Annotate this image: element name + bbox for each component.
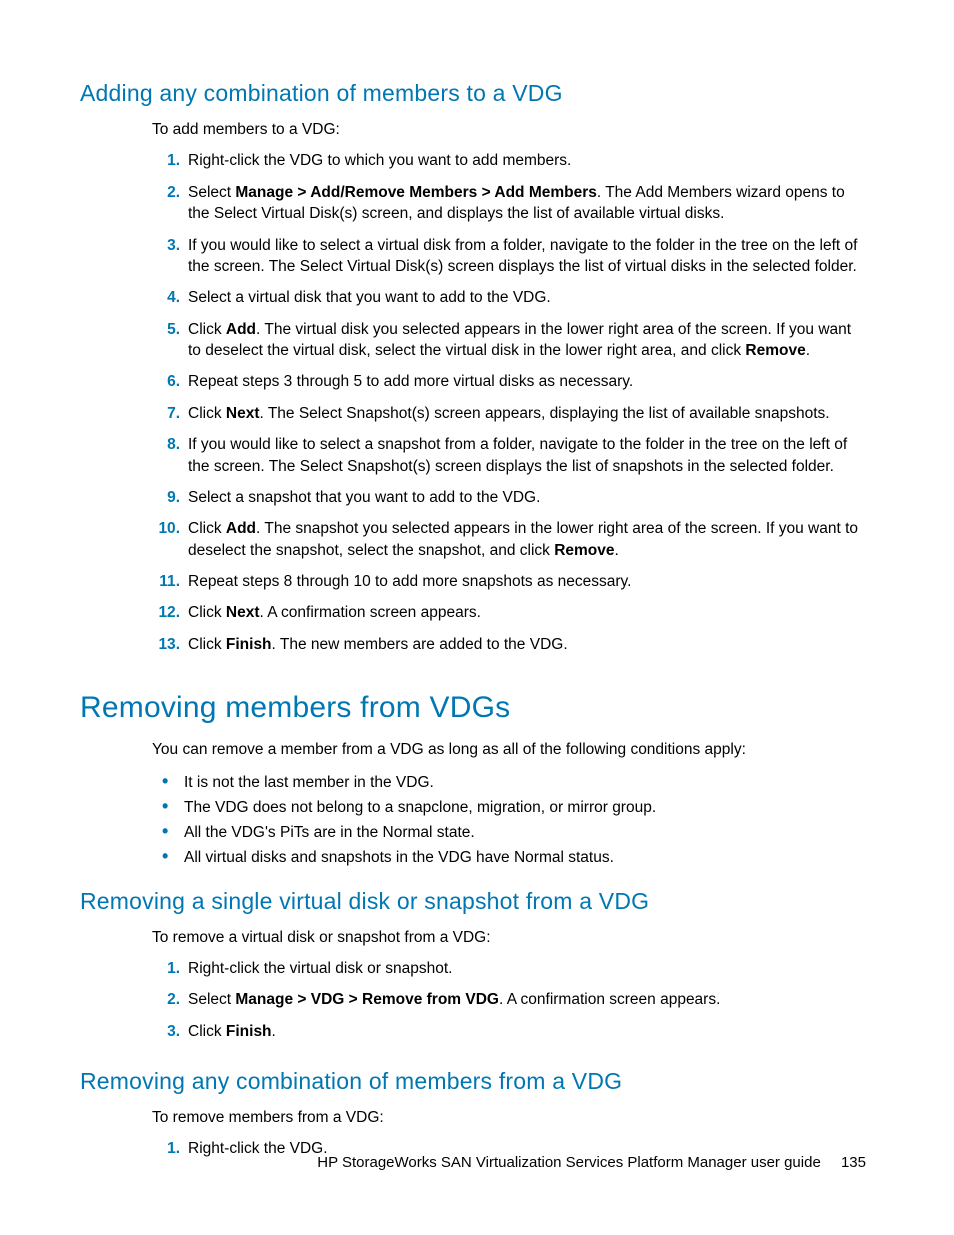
heading-removing-single: Removing a single virtual disk or snapsh… [80,888,866,915]
intro-removing-members: You can remove a member from a VDG as lo… [152,739,866,760]
step-item: Select Manage > VDG > Remove from VDG. A… [184,989,866,1010]
step-text: If you would like to select a virtual di… [188,237,857,275]
step-item: Click Add. The virtual disk you selected… [184,319,866,362]
ui-label: Next [226,405,260,422]
list-item: All virtual disks and snapshots in the V… [180,846,866,869]
list-text: It is not the last member in the VDG. [184,774,434,791]
ui-path: Manage > Add/Remove Members > Add Member… [235,184,596,201]
intro-removing-single: To remove a virtual disk or snapshot fro… [152,927,866,948]
heading-adding-members: Adding any combination of members to a V… [80,80,866,107]
list-item: All the VDG's PiTs are in the Normal sta… [180,821,866,844]
step-text: Click [188,636,226,653]
intro-adding-members: To add members to a VDG: [152,119,866,140]
steps-removing-single: Right-click the virtual disk or snapshot… [152,958,866,1042]
step-item: If you would like to select a snapshot f… [184,434,866,477]
step-text: Click [188,604,226,621]
step-text: Repeat steps 8 through 10 to add more sn… [188,573,631,590]
step-item: Click Next. The Select Snapshot(s) scree… [184,403,866,424]
step-text: Select [188,991,235,1008]
heading-removing-combination: Removing any combination of members from… [80,1068,866,1095]
intro-removing-combination: To remove members from a VDG: [152,1107,866,1128]
step-text: Select a snapshot that you want to add t… [188,489,540,506]
step-text: . The Select Snapshot(s) screen appears,… [260,405,830,422]
step-item: Right-click the VDG to which you want to… [184,150,866,171]
step-text: . The new members are added to the VDG. [272,636,568,653]
step-item: Repeat steps 3 through 5 to add more vir… [184,371,866,392]
step-text: . A confirmation screen appears. [260,604,481,621]
heading-removing-members: Removing members from VDGs [80,691,866,725]
step-item: Click Finish. [184,1021,866,1042]
ui-label: Finish [226,1023,272,1040]
step-text: If you would like to select a snapshot f… [188,436,847,474]
step-item: If you would like to select a virtual di… [184,235,866,278]
conditions-list: It is not the last member in the VDG. Th… [152,771,866,870]
list-item: It is not the last member in the VDG. [180,771,866,794]
ui-label: Remove [554,542,614,559]
step-text: Right-click the VDG to which you want to… [188,152,571,169]
page-footer: HP StorageWorks SAN Virtualization Servi… [0,1154,866,1171]
step-text: . A confirmation screen appears. [499,991,720,1008]
step-text: Select [188,184,235,201]
step-item: Click Next. A confirmation screen appear… [184,602,866,623]
footer-title: HP StorageWorks SAN Virtualization Servi… [317,1154,821,1171]
step-item: Select a snapshot that you want to add t… [184,487,866,508]
list-text: All virtual disks and snapshots in the V… [184,849,614,866]
ui-path: Manage > VDG > Remove from VDG [235,991,499,1008]
step-text: Click [188,321,226,338]
ui-label: Add [226,321,256,338]
step-text: . [615,542,619,559]
step-text: Repeat steps 3 through 5 to add more vir… [188,373,633,390]
ui-label: Add [226,520,256,537]
step-item: Repeat steps 8 through 10 to add more sn… [184,571,866,592]
step-text: . [272,1023,276,1040]
ui-label: Next [226,604,260,621]
step-item: Right-click the virtual disk or snapshot… [184,958,866,979]
list-text: The VDG does not belong to a snapclone, … [184,799,656,816]
list-text: All the VDG's PiTs are in the Normal sta… [184,824,475,841]
step-item: Select Manage > Add/Remove Members > Add… [184,182,866,225]
step-text: Click [188,405,226,422]
step-text: Right-click the virtual disk or snapshot… [188,960,452,977]
steps-adding-members: Right-click the VDG to which you want to… [152,150,866,655]
list-item: The VDG does not belong to a snapclone, … [180,796,866,819]
step-text: . The snapshot you selected appears in t… [188,520,858,558]
step-text: Click [188,520,226,537]
step-text: . [806,342,810,359]
document-page: Adding any combination of members to a V… [0,0,954,1235]
step-item: Click Finish. The new members are added … [184,634,866,655]
page-number: 135 [841,1154,866,1171]
step-item: Select a virtual disk that you want to a… [184,287,866,308]
step-item: Click Add. The snapshot you selected app… [184,518,866,561]
step-text: Select a virtual disk that you want to a… [188,289,551,306]
ui-label: Remove [745,342,805,359]
ui-label: Finish [226,636,272,653]
step-text: Click [188,1023,226,1040]
